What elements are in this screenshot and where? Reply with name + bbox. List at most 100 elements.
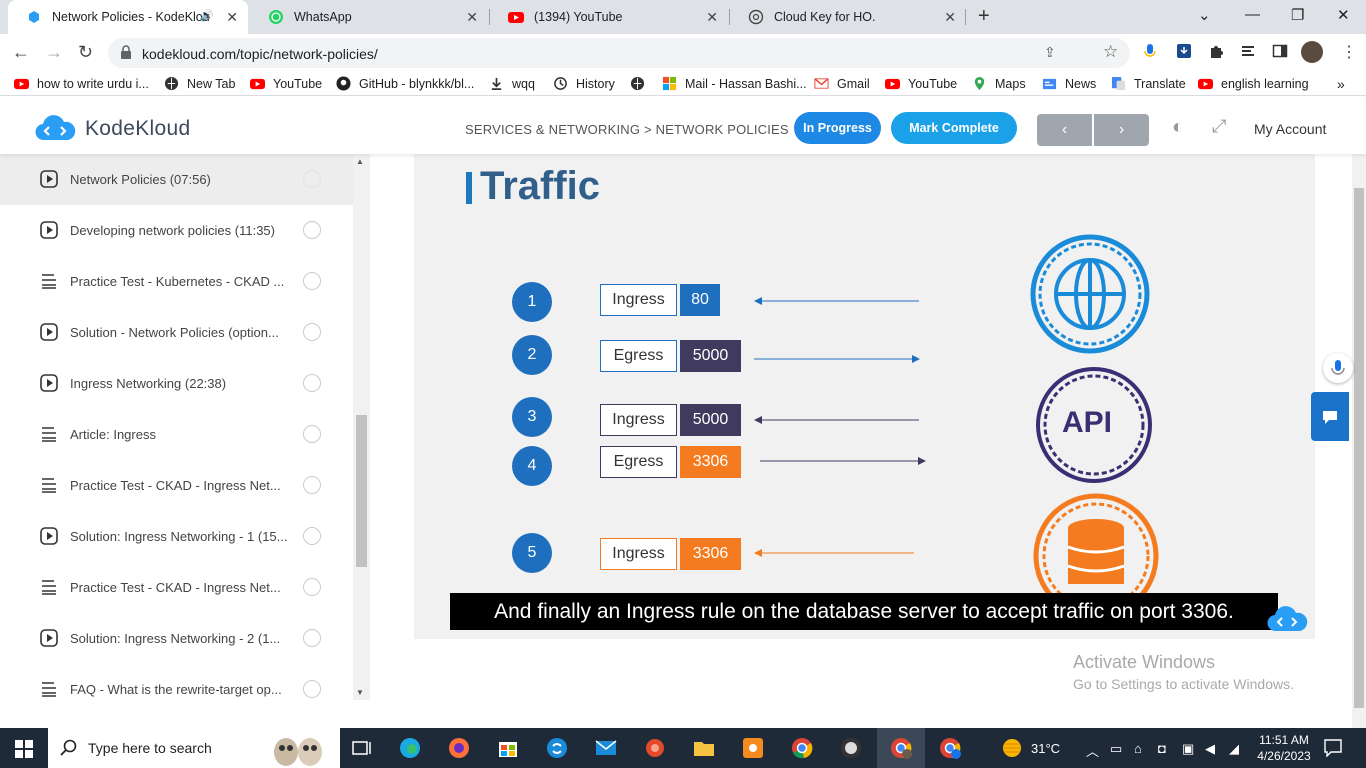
address-bar[interactable]: kodekloud.com/topic/network-policies/ ⇪ … <box>108 38 1130 68</box>
tab-cloud-key[interactable]: Cloud Key for HO. ✕ <box>730 0 966 34</box>
lesson-item[interactable]: FAQ - What is the rewrite-target op... <box>0 664 353 715</box>
close-tab-icon[interactable]: ✕ <box>226 9 238 26</box>
completion-circle[interactable] <box>303 629 321 647</box>
chrome-profile-icon[interactable] <box>889 736 913 760</box>
lesson-item[interactable]: Developing network policies (11:35) <box>0 205 353 256</box>
in-progress-button[interactable]: In Progress <box>794 112 881 144</box>
meet-now-icon[interactable]: ⌂ <box>1134 741 1142 756</box>
lesson-item[interactable]: Practice Test - CKAD - Ingress Net... <box>0 460 353 511</box>
show-hidden-icons-icon[interactable]: ︿ <box>1086 741 1099 760</box>
mark-complete-button[interactable]: Mark Complete <box>891 112 1017 144</box>
bookmark-item[interactable]: english learning <box>1198 76 1309 91</box>
close-tab-icon[interactable]: ✕ <box>466 9 478 26</box>
bookmark-item[interactable] <box>630 76 653 91</box>
chrome-profile-h-icon[interactable] <box>938 736 962 760</box>
profile-avatar[interactable] <box>1301 41 1323 63</box>
completion-circle[interactable] <box>303 476 321 494</box>
microsoft-store-icon[interactable] <box>496 736 520 760</box>
restore-icon[interactable]: ❐ <box>1291 6 1304 24</box>
my-account-link[interactable]: My Account <box>1254 121 1326 137</box>
app-swirl-icon[interactable] <box>643 736 667 760</box>
lesson-item[interactable]: Practice Test - CKAD - Ingress Net... <box>0 562 353 613</box>
bookmark-item[interactable]: Translate <box>1111 76 1186 91</box>
page-scroll-thumb[interactable] <box>1354 188 1364 708</box>
lesson-item[interactable]: Practice Test - Kubernetes - CKAD ... <box>0 256 353 307</box>
tab-youtube[interactable]: (1394) YouTube ✕ <box>490 0 728 34</box>
dark-mode-icon[interactable]: ◐ <box>1172 116 1184 139</box>
bookmark-item[interactable]: Mail - Hassan Bashi... <box>662 76 807 91</box>
notifications-icon[interactable] <box>1324 739 1342 757</box>
task-view-icon[interactable] <box>350 736 374 760</box>
speaker-icon[interactable]: 🔊 <box>200 9 214 22</box>
forward-icon[interactable]: → <box>45 42 63 63</box>
bookmark-item[interactable]: News <box>1042 76 1096 91</box>
side-panel-icon[interactable] <box>1272 43 1288 59</box>
completion-circle[interactable] <box>303 323 321 341</box>
fullscreen-icon[interactable]: ⤢ <box>1212 116 1226 137</box>
new-tab-icon[interactable]: + <box>978 5 990 28</box>
voice-input-button[interactable] <box>1323 353 1353 383</box>
bookmark-item[interactable]: Gmail <box>814 76 870 91</box>
obs-icon[interactable] <box>839 736 863 760</box>
bookmark-item[interactable]: how to write urdu i... <box>14 76 149 91</box>
kodekloud-logo[interactable]: KodeKloud <box>34 114 190 144</box>
system-clock[interactable]: 11:51 AM 4/26/2023 <box>1255 732 1313 764</box>
extensions-puzzle-icon[interactable] <box>1208 43 1224 59</box>
mail-icon[interactable] <box>594 736 618 760</box>
bookmark-star-icon[interactable]: ☆ <box>1103 42 1118 62</box>
settings-app-icon[interactable] <box>741 736 765 760</box>
tab-search-icon[interactable]: ⌄ <box>1198 6 1211 24</box>
completion-circle[interactable] <box>303 272 321 290</box>
tab-network-policies[interactable]: Network Policies - KodeKlou 🔊 ✕ <box>8 0 248 34</box>
scroll-up-icon[interactable]: ▲ <box>356 157 364 166</box>
bookmark-item[interactable]: Maps <box>972 76 1026 91</box>
windows-start-icon[interactable] <box>15 740 33 758</box>
mic-extension-icon[interactable] <box>1142 43 1158 59</box>
lesson-item[interactable]: Solution - Network Policies (option... <box>0 307 353 358</box>
bookmark-item[interactable]: YouTube <box>885 76 957 91</box>
completion-circle[interactable] <box>303 374 321 392</box>
battery-icon[interactable]: ▭ <box>1110 741 1122 757</box>
scroll-down-icon[interactable]: ▼ <box>356 688 364 697</box>
bookmark-item[interactable]: YouTube <box>250 76 322 91</box>
video-player[interactable]: Traffic 1 Ingress 80 2 Egress 5000 3 Ing… <box>414 154 1315 639</box>
bookmark-item[interactable]: History <box>553 76 615 91</box>
back-icon[interactable]: ← <box>12 42 30 63</box>
sidebar-scroll-thumb[interactable] <box>356 415 367 567</box>
reload-icon[interactable]: ↻ <box>78 42 93 63</box>
edge-icon[interactable] <box>398 736 422 760</box>
camera-icon[interactable]: ◘ <box>1158 741 1166 756</box>
download-extension-icon[interactable] <box>1176 43 1192 59</box>
bookmark-item[interactable]: GitHub - blynkkk/bl... <box>336 76 474 91</box>
previous-lesson-button[interactable]: ‹ <box>1037 114 1092 146</box>
file-explorer-icon[interactable] <box>692 736 716 760</box>
completion-circle[interactable] <box>303 527 321 545</box>
next-lesson-button[interactable]: › <box>1094 114 1149 146</box>
close-tab-icon[interactable]: ✕ <box>706 9 718 26</box>
lesson-item[interactable]: Solution: Ingress Networking - 2 (1... <box>0 613 353 664</box>
skype-icon[interactable] <box>545 736 569 760</box>
reading-list-icon[interactable] <box>1240 43 1256 59</box>
close-tab-icon[interactable]: ✕ <box>944 9 956 26</box>
volume-icon[interactable]: ◀ <box>1205 741 1215 757</box>
tab-whatsapp[interactable]: WhatsApp ✕ <box>250 0 488 34</box>
lesson-item[interactable]: Solution: Ingress Networking - 1 (15... <box>0 511 353 562</box>
completion-circle[interactable] <box>303 425 321 443</box>
lesson-item[interactable]: Ingress Networking (22:38) <box>0 358 353 409</box>
wifi-icon[interactable]: ◢ <box>1229 741 1239 757</box>
bookmark-item[interactable]: wqq <box>489 76 535 91</box>
minimize-icon[interactable]: — <box>1245 6 1260 23</box>
firefox-icon[interactable] <box>447 736 471 760</box>
completion-circle[interactable] <box>303 578 321 596</box>
lesson-item[interactable]: Network Policies (07:56) <box>0 154 353 205</box>
menu-kebab-icon[interactable]: ⋮ <box>1341 42 1357 62</box>
weather-sun-icon[interactable] <box>999 736 1025 760</box>
taskbar-search[interactable]: Type here to search <box>48 728 340 768</box>
completion-circle[interactable] <box>303 221 321 239</box>
chrome-icon[interactable] <box>790 736 814 760</box>
chat-button[interactable] <box>1311 392 1349 441</box>
completion-circle[interactable] <box>303 680 321 698</box>
completion-circle[interactable] <box>303 170 321 188</box>
close-window-icon[interactable]: ✕ <box>1337 6 1350 24</box>
more-bookmarks-icon[interactable]: » <box>1337 76 1345 92</box>
